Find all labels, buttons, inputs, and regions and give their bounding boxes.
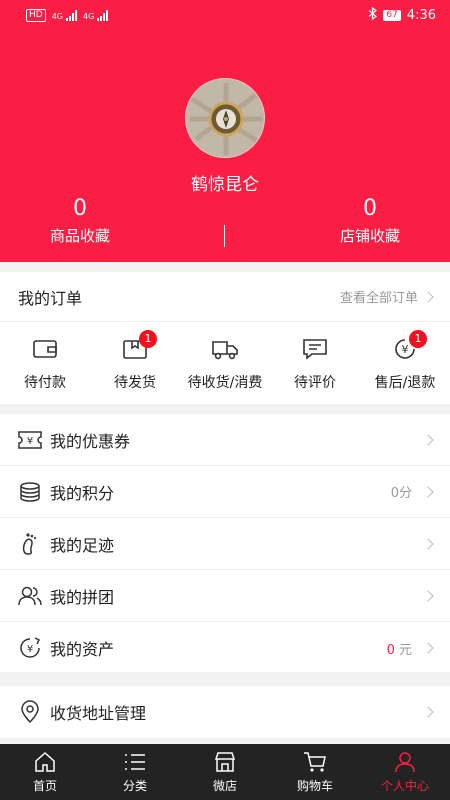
svg-text:¥: ¥ (27, 644, 33, 655)
svg-text:¥: ¥ (27, 436, 33, 447)
cart-icon (303, 750, 327, 774)
view-all-orders-link[interactable]: 查看全部订单 (339, 287, 434, 306)
tab-label: 购物车 (296, 779, 333, 793)
store-favorites-label: 店铺收藏 (339, 227, 400, 245)
chevron-right-icon (422, 537, 434, 550)
profile-header: HD 4G 4G 67 4:36 鹤惊昆仑 0 商品收藏 0 店铺收藏 (0, 0, 450, 262)
battery-indicator: 67 (383, 9, 401, 21)
order-status-pending-review[interactable]: 待评价 (270, 322, 360, 404)
truck-icon (210, 334, 240, 364)
account-menu: ¥ 我的优惠券 我的积分 0分 我的足迹 我的拼团 ¥ 我的资产 0 元 (0, 414, 450, 672)
home-icon (33, 750, 57, 774)
signal-label-2: 4G (83, 11, 95, 21)
tab-cart[interactable]: 购物车 (270, 744, 360, 800)
clock: 4:36 (406, 7, 436, 23)
order-status-label: 待收货/消费 (187, 375, 263, 391)
menu-item-label: 收货地址管理 (50, 704, 147, 723)
menu-item-footprints[interactable]: 我的足迹 (0, 518, 450, 570)
menu-item-label: 我的拼团 (50, 587, 115, 607)
menu-item-label: 我的优惠券 (50, 431, 131, 451)
hd-indicator: HD (26, 8, 46, 22)
tab-store[interactable]: 微店 (180, 744, 270, 800)
chevron-right-icon (422, 290, 434, 303)
tab-label: 首页 (32, 779, 57, 793)
chevron-right-icon (422, 589, 434, 602)
coins-icon (18, 480, 42, 504)
wallet-icon (30, 334, 60, 364)
group-icon (18, 584, 42, 608)
order-status-after-sales[interactable]: ¥ 1 售后/退款 (360, 322, 450, 404)
tab-label: 微店 (212, 779, 237, 793)
chevron-right-icon (422, 706, 434, 718)
points-value: 0分 (390, 486, 412, 501)
menu-item-label: 我的资产 (50, 640, 115, 659)
order-status-pending-payment[interactable]: 待付款 (0, 322, 90, 404)
menu-item-label: 我的积分 (50, 483, 115, 503)
chevron-right-icon (422, 642, 434, 654)
signal-icon-2: 4G (83, 9, 109, 21)
tab-categories[interactable]: 分类 (90, 744, 180, 800)
order-status-label: 待发货 (114, 375, 156, 391)
assets-value: 0 元 (387, 639, 412, 658)
order-status-label: 待付款 (24, 375, 66, 391)
svg-text:¥: ¥ (402, 343, 409, 356)
tab-home[interactable]: 首页 (0, 744, 90, 800)
order-status-pending-receipt[interactable]: 待收货/消费 (180, 322, 270, 404)
menu-item-group-buy[interactable]: 我的拼团 (0, 570, 450, 622)
tab-label: 个人中心 (380, 779, 429, 793)
menu-item-coupons[interactable]: ¥ 我的优惠券 (0, 414, 450, 466)
status-bar: HD 4G 4G 67 4:36 (0, 0, 450, 30)
location-icon (18, 700, 42, 724)
menu-item-label: 我的足迹 (50, 535, 115, 555)
avatar[interactable] (185, 78, 265, 158)
badge: 1 (409, 330, 427, 348)
bottom-tab-bar: 首页 分类 微店 购物车 个人中心 (0, 744, 450, 800)
badge: 1 (139, 330, 157, 348)
list-icon (123, 750, 147, 774)
menu-item-address[interactable]: 收货地址管理 (0, 686, 450, 738)
chevron-right-icon (422, 485, 434, 498)
username: 鹤惊昆仑 (191, 175, 259, 195)
menu-item-assets[interactable]: ¥ 我的资产 0 元 (0, 622, 450, 674)
footprint-icon (18, 532, 42, 556)
coupon-icon: ¥ (18, 428, 42, 452)
chevron-right-icon (422, 433, 434, 446)
comment-icon (300, 334, 330, 364)
orders-card: 我的订单 查看全部订单 待付款 1 待发货 待收货/消费 待评价 ¥ 1 售后/… (0, 272, 450, 404)
product-favorites[interactable]: 0 商品收藏 (0, 195, 160, 246)
view-all-orders-label: 查看全部订单 (339, 291, 418, 306)
tab-profile[interactable]: 个人中心 (360, 744, 450, 800)
stats-divider (224, 225, 225, 247)
bluetooth-icon (368, 6, 378, 23)
order-status-label: 售后/退款 (374, 375, 436, 391)
assets-amount: 0 (386, 642, 395, 658)
signal-icon: 4G (51, 9, 77, 21)
product-favorites-label: 商品收藏 (49, 227, 110, 245)
menu-item-points[interactable]: 我的积分 0分 (0, 466, 450, 518)
orders-header[interactable]: 我的订单 查看全部订单 (0, 272, 450, 322)
address-section: 收货地址管理 (0, 686, 450, 738)
store-favorites-count: 0 (363, 196, 377, 221)
signal-label-1: 4G (51, 11, 63, 21)
user-icon (393, 750, 417, 774)
orders-title: 我的订单 (18, 288, 83, 308)
product-favorites-count: 0 (73, 196, 87, 221)
assets-icon: ¥ (18, 636, 42, 660)
order-status-label: 待评价 (294, 375, 336, 391)
tab-label: 分类 (122, 779, 147, 793)
order-status-row: 待付款 1 待发货 待收货/消费 待评价 ¥ 1 售后/退款 (0, 322, 450, 404)
order-status-pending-shipment[interactable]: 1 待发货 (90, 322, 180, 404)
compass-avatar-image (186, 79, 264, 157)
store-favorites[interactable]: 0 店铺收藏 (290, 195, 450, 246)
assets-unit: 元 (398, 642, 412, 658)
store-icon (213, 750, 237, 774)
